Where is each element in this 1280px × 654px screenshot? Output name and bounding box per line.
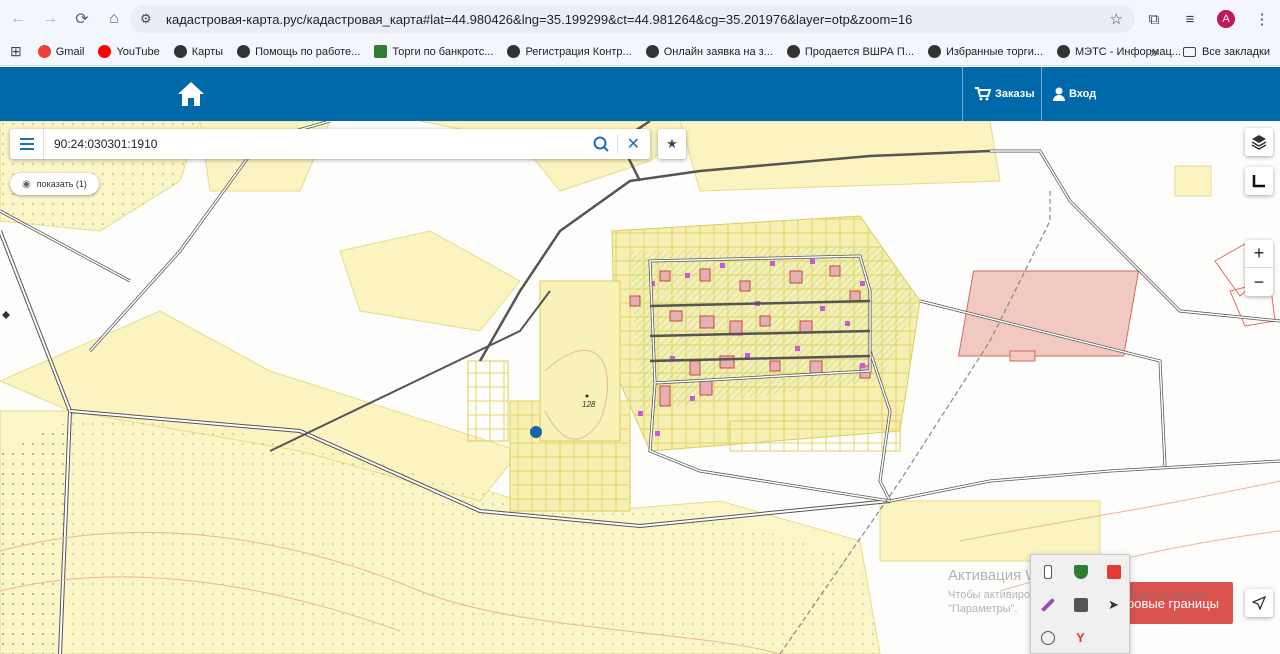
bookmark-torgi[interactable]: Торги по банкротс... (374, 45, 493, 58)
bookmark-mets[interactable]: МЭТС - Информац... (1057, 45, 1181, 58)
site-info-icon[interactable]: ⚙ (140, 11, 160, 27)
apps-grid-icon[interactable]: ⊞ (10, 43, 22, 60)
all-bookmarks-label: Все закладки (1201, 45, 1270, 58)
favorites-star-button[interactable]: ★ (658, 129, 686, 159)
bookmarks-more-button[interactable]: » (1150, 44, 1158, 60)
globe-icon (645, 45, 659, 58)
menu-icon (19, 138, 34, 150)
globe-icon (786, 45, 800, 58)
search-divider (617, 135, 618, 153)
globe-icon (507, 45, 521, 58)
orders-label: Заказы (995, 88, 1035, 100)
security-shield-icon[interactable] (1064, 555, 1097, 588)
forward-arrow-icon[interactable]: → (36, 5, 64, 33)
bookmark-registration[interactable]: Регистрация Контр... (507, 45, 632, 58)
geolocate-button[interactable] (1245, 589, 1273, 617)
search-icon[interactable] (592, 135, 610, 153)
ruler-button[interactable] (1245, 167, 1273, 195)
cadastral-search-box: ✕ (10, 129, 650, 159)
orders-button[interactable]: Заказы (975, 67, 1035, 121)
login-button[interactable]: Вход (1053, 67, 1096, 121)
layers-icon (1251, 135, 1267, 150)
more-menu-icon[interactable]: ⋮ (1244, 10, 1280, 28)
youtube-icon (98, 45, 112, 58)
gmail-icon (37, 45, 51, 58)
user-icon (1053, 87, 1065, 101)
all-bookmarks-button[interactable]: Все закладки (1182, 45, 1270, 58)
system-tray-overflow: ➤ Y (1030, 554, 1130, 654)
globe-icon (173, 45, 187, 58)
torgi-icon (374, 45, 388, 58)
show-results-label: показать (1) (36, 179, 87, 189)
cadastral-map[interactable]: 128 ✕ ★ ◉ показать (1) + − тровые границ… (0, 121, 1280, 654)
pen-icon[interactable] (1031, 588, 1064, 621)
avatar[interactable]: A (1217, 10, 1235, 28)
layers-button[interactable] (1245, 128, 1273, 156)
reload-icon[interactable]: ⟳ (68, 5, 96, 33)
back-arrow-icon[interactable]: ← (4, 5, 32, 33)
bookmark-label: МЭТС - Информац... (1075, 45, 1181, 58)
bookmark-label: Помощь по работе... (255, 45, 361, 58)
yandex-icon[interactable]: Y (1064, 621, 1097, 654)
bookmark-youtube[interactable]: YouTube (98, 45, 160, 58)
network-globe-icon[interactable] (1031, 621, 1064, 654)
zoom-controls: + − (1245, 240, 1273, 296)
close-icon[interactable]: ✕ (627, 134, 640, 154)
bookmark-favorite-torgi[interactable]: Избранные торги... (927, 45, 1044, 58)
bookmark-label: Торги по банкротс... (392, 45, 494, 58)
menu-button[interactable] (10, 129, 44, 159)
bookmarks-bar: ⊞ Gmail YouTube Карты Помощь по работе..… (0, 38, 1280, 66)
cart-icon (975, 87, 991, 101)
site-header: Заказы Вход (0, 67, 1280, 121)
ruler-icon (1252, 175, 1265, 188)
media-queue-icon[interactable]: ≡ (1172, 11, 1208, 28)
home-icon[interactable] (176, 79, 206, 109)
login-label: Вход (1069, 88, 1097, 100)
address-url[interactable]: кадастровая-карта.рус/кадастровая_карта#… (166, 12, 912, 27)
profile-avatar[interactable]: A (1208, 10, 1244, 28)
globe-icon (237, 45, 251, 58)
bookmark-vshra[interactable]: Продается ВШРА П... (786, 45, 914, 58)
mail-icon[interactable] (1064, 588, 1097, 621)
telegram-icon[interactable]: ➤ (1097, 588, 1130, 621)
usb-drive-icon[interactable] (1031, 555, 1064, 588)
bookmark-star-icon[interactable]: ☆ (1110, 10, 1123, 28)
cadastral-number-input[interactable] (54, 137, 584, 151)
elevation-label: 128 (582, 400, 596, 409)
globe-icon (1057, 45, 1071, 58)
location-arrow-icon (1252, 596, 1266, 610)
bookmark-label: Карты (191, 45, 224, 58)
media-record-icon[interactable] (1097, 555, 1130, 588)
bookmark-label: Продается ВШРА П... (804, 45, 914, 58)
home-icon[interactable]: ⌂ (100, 5, 128, 33)
tray-empty-slot (1097, 621, 1130, 654)
bookmark-gmail[interactable]: Gmail (37, 45, 85, 58)
bookmark-maps[interactable]: Карты (173, 45, 224, 58)
eye-icon: ◉ (22, 178, 31, 190)
header-divider (962, 67, 963, 121)
globe-icon (927, 45, 941, 58)
browser-toolbar: ← → ⟳ ⌂ ⚙ кадастровая-карта.рус/кадастро… (0, 0, 1280, 38)
bookmark-online-request[interactable]: Онлайн заявка на з... (645, 45, 773, 58)
bookmark-label: Избранные торги... (945, 45, 1044, 58)
bookmark-label: YouTube (116, 45, 160, 58)
address-bar[interactable]: ⚙ кадастровая-карта.рус/кадастровая_карт… (130, 5, 1135, 33)
bookmark-help[interactable]: Помощь по работе... (237, 45, 360, 58)
show-results-button[interactable]: ◉ показать (1) (10, 173, 99, 195)
bookmark-label: Онлайн заявка на з... (663, 45, 773, 58)
folder-icon (1182, 46, 1196, 57)
location-marker[interactable] (530, 426, 542, 438)
zoom-out-button[interactable]: − (1245, 268, 1273, 296)
bookmark-label: Регистрация Контр... (525, 45, 632, 58)
extensions-icon[interactable]: ⧉ (1136, 11, 1172, 28)
zoom-in-button[interactable]: + (1245, 240, 1273, 268)
bookmark-label: Gmail (55, 45, 85, 58)
header-divider (1041, 67, 1042, 121)
